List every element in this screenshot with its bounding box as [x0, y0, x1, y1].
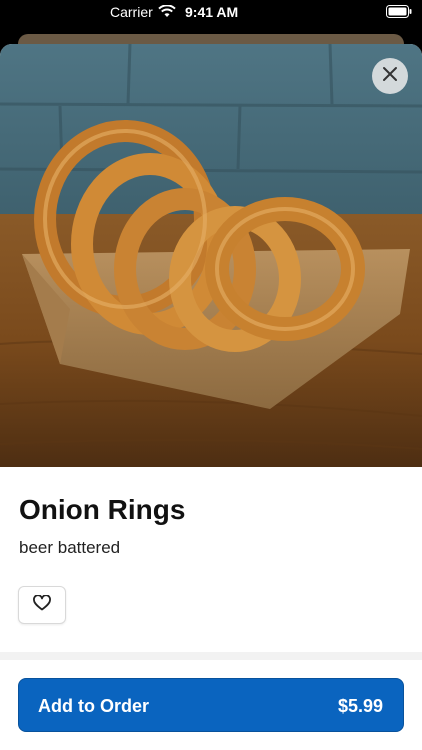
item-price: $5.99: [337, 696, 383, 716]
item-detail-sheet: Onion Rings beer battered Add to Order $…: [0, 44, 422, 750]
wifi-icon: [158, 4, 176, 21]
divider: [0, 652, 422, 660]
add-to-order-label: Add to Order: [38, 696, 149, 716]
heart-icon: [33, 593, 51, 616]
add-to-order-button[interactable]: Add to Order $5.99: [18, 678, 404, 732]
item-photo: [0, 44, 422, 467]
item-description: beer battered: [19, 538, 121, 557]
status-bar: Carrier 9:41 AM: [0, 0, 422, 24]
favorite-button[interactable]: [18, 586, 66, 624]
item-title: Onion Rings: [19, 494, 186, 525]
clock: 9:41 AM: [185, 4, 239, 20]
battery-icon: [386, 5, 412, 21]
carrier-label: Carrier: [110, 4, 153, 20]
close-button[interactable]: [372, 58, 408, 94]
close-icon: [382, 66, 398, 87]
